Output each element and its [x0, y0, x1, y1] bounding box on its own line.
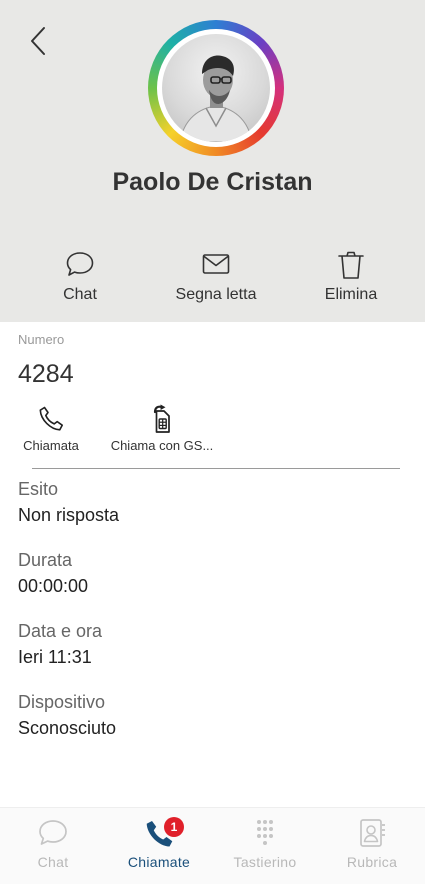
- number-label: Numero: [18, 332, 65, 347]
- back-arrow-icon[interactable]: [24, 24, 54, 58]
- outcome-value: Non risposta: [18, 505, 120, 525]
- datetime-value: Ieri 11:31: [18, 647, 92, 667]
- sim-call-icon: [153, 404, 170, 433]
- nav-tab-chat-label: Chat: [37, 854, 69, 870]
- missed-calls-badge: 1: [164, 817, 184, 837]
- mark-read-button[interactable]: Segna letta: [156, 250, 276, 304]
- contacts-icon: [360, 819, 385, 847]
- trash-icon: [338, 251, 364, 279]
- duration-value: 00:00:00: [18, 576, 89, 596]
- chat-button-label: Chat: [63, 286, 97, 303]
- nav-tab-contacts[interactable]: Rubrica: [319, 818, 425, 870]
- contact-header: Paolo De Cristan Chat Segna letta Elimin…: [0, 0, 425, 322]
- phone-icon: [39, 406, 63, 431]
- delete-button[interactable]: Elimina: [291, 250, 411, 304]
- nav-tab-contacts-label: Rubrica: [346, 854, 398, 870]
- delete-button-label: Elimina: [324, 286, 378, 303]
- envelope-icon: [202, 254, 230, 274]
- nav-tab-calls[interactable]: 1 Chiamate: [106, 817, 212, 870]
- chat-button[interactable]: Chat: [20, 250, 140, 304]
- chat-icon: [39, 820, 67, 845]
- call-gsm-button[interactable]: Chiama con GS...: [106, 404, 218, 453]
- dialpad-icon: [257, 820, 273, 845]
- avatar: [148, 20, 284, 156]
- call-button[interactable]: Chiamata: [18, 404, 84, 453]
- nav-tab-calls-label: Chiamate: [127, 854, 191, 870]
- contact-name: Paolo De Cristan: [112, 168, 313, 196]
- phone-number: 4284: [18, 360, 74, 388]
- device-value: Sconosciuto: [18, 718, 117, 738]
- mark-read-button-label: Segna letta: [175, 286, 257, 303]
- call-gsm-button-label: Chiama con GS...: [110, 438, 214, 453]
- bottom-nav: Chat 1 Chiamate Tastierino Rubrica: [0, 807, 425, 884]
- duration-label: Durata: [18, 550, 73, 570]
- call-button-label: Chiamata: [23, 438, 79, 453]
- chat-bubble-icon: [66, 252, 94, 276]
- device-label: Dispositivo: [18, 692, 106, 712]
- divider: [32, 468, 400, 469]
- nav-tab-dialpad[interactable]: Tastierino: [212, 818, 318, 870]
- outcome-label: Esito: [18, 479, 59, 499]
- nav-tab-dialpad-label: Tastierino: [233, 854, 297, 870]
- datetime-label: Data e ora: [18, 621, 103, 641]
- nav-tab-chat[interactable]: Chat: [0, 818, 106, 870]
- avatar-photo: [162, 34, 270, 142]
